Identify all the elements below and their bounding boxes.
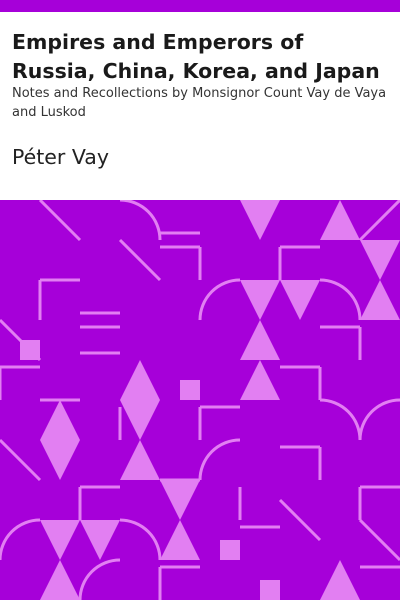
book-subtitle: Notes and Recollections by Monsignor Cou… xyxy=(12,86,387,120)
title-area: Empires and Emperors of Russia, China, K… xyxy=(0,12,400,200)
cover-pattern xyxy=(0,200,400,600)
book-title: Empires and Emperors of Russia, China, K… xyxy=(12,30,380,83)
book-author: Péter Vay xyxy=(12,145,109,169)
book-cover: Empires and Emperors of Russia, China, K… xyxy=(0,0,400,600)
top-color-band xyxy=(0,0,400,12)
